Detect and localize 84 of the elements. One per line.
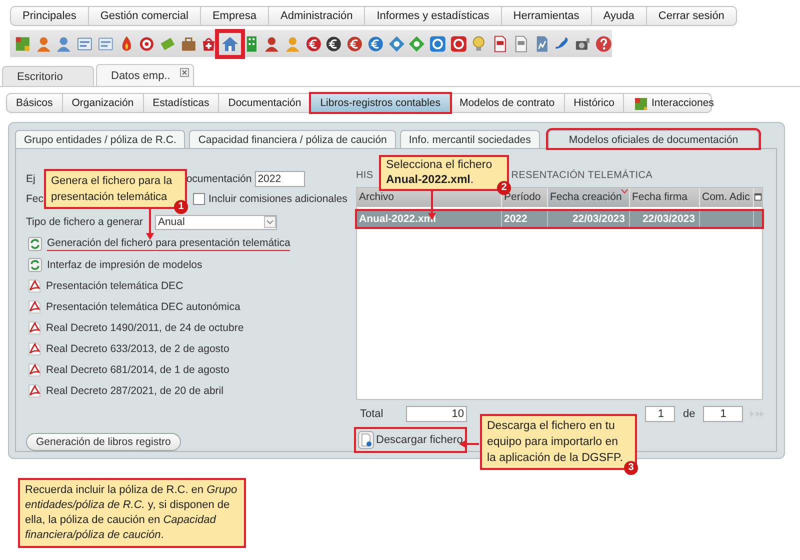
action-link[interactable]: Real Decreto 681/2014, de 1 de agosto xyxy=(46,364,230,376)
pdf-icon[interactable] xyxy=(28,321,41,335)
field-label: Tipo de fichero a generar xyxy=(26,216,143,228)
form-tab[interactable]: Info. mercantil sociedades xyxy=(400,130,540,148)
menu-item[interactable]: Informes y estadísticas xyxy=(365,7,502,25)
form-tab[interactable]: Modelos oficiales de documentación xyxy=(548,130,760,148)
question-icon[interactable] xyxy=(594,34,612,52)
coin-icon[interactable] xyxy=(325,34,343,52)
year-field[interactable]: 2022 xyxy=(254,171,305,187)
refresh-icon[interactable] xyxy=(28,258,42,272)
action-link[interactable]: Presentación telemática DEC xyxy=(46,280,184,292)
refresh-icon[interactable] xyxy=(28,237,42,251)
section-tab[interactable]: Histórico xyxy=(564,94,624,112)
person-icon[interactable] xyxy=(34,34,52,52)
action-link[interactable]: Presentación telemática DEC autonómica xyxy=(46,301,240,313)
action-link[interactable]: Real Decreto 633/2013, de 2 de agosto xyxy=(46,343,230,355)
generate-button[interactable]: Generación de libros registro xyxy=(26,433,181,451)
menu-item[interactable]: Administración xyxy=(269,7,366,25)
cube-icon[interactable] xyxy=(14,34,32,52)
section-tab[interactable]: Modelos de contrato xyxy=(450,94,565,112)
card-icon[interactable] xyxy=(76,34,94,52)
document-tab[interactable]: Datos emp.. xyxy=(96,64,194,86)
pdf-icon[interactable] xyxy=(28,384,41,398)
note-box: Recuerda incluir la póliza de R.C. en Grupo entidades/póliza de R.C. y, si disponen de ella, la póliza de caución en Capacidad financiera/póliza de caución. xyxy=(18,478,246,548)
house-icon[interactable] xyxy=(221,34,240,52)
section-tab[interactable]: Interacciones xyxy=(624,94,723,112)
field-label: ocumentación xyxy=(186,173,252,185)
checkbox-label: Incluir comisiones adicionales xyxy=(208,193,348,205)
action-link[interactable]: Real Decreto 287/2021, de 20 de abril xyxy=(46,385,224,397)
cube-icon xyxy=(633,96,648,110)
section-tab[interactable]: Estadísticas xyxy=(144,94,220,112)
section-tab[interactable]: Libros-registros contables xyxy=(311,94,450,112)
pdf-icon[interactable] xyxy=(28,363,41,377)
column-chooser-icon[interactable] xyxy=(754,192,762,202)
section-title: RESENTACIÓN TELEMÁTICA xyxy=(511,170,653,183)
pdf-icon[interactable] xyxy=(28,342,41,356)
section-title: HIS xyxy=(356,170,374,183)
step-badge: 3 xyxy=(624,461,638,475)
pdf-icon[interactable] xyxy=(28,300,41,314)
download-button[interactable]: Descargar fichero xyxy=(356,429,465,451)
square-icon[interactable] xyxy=(450,34,468,52)
menu-item[interactable]: Ayuda xyxy=(592,7,647,25)
column-header[interactable]: Fecha firma xyxy=(630,188,700,207)
target-icon[interactable] xyxy=(138,34,156,52)
checkbox[interactable] xyxy=(192,193,205,205)
square-icon[interactable] xyxy=(429,34,446,52)
total-field[interactable]: 10 xyxy=(406,406,467,422)
sort-caret-icon xyxy=(621,188,628,194)
section-tab[interactable]: Básicos xyxy=(7,94,63,112)
field-label: Ej xyxy=(26,173,36,185)
total-label: Total xyxy=(360,408,384,420)
person-icon[interactable] xyxy=(55,34,73,52)
column-header[interactable]: Fecha creación xyxy=(548,188,630,207)
form-tab[interactable]: Grupo entidades / póliza de R.C. xyxy=(15,130,186,148)
menu-item[interactable]: Principales xyxy=(11,7,89,25)
menu-item[interactable]: Gestión comercial xyxy=(88,7,201,25)
menu-item[interactable]: Cerrar sesión xyxy=(646,7,736,25)
coin-icon[interactable] xyxy=(304,34,322,52)
action-link[interactable]: Interfaz de impresión de modelos xyxy=(47,259,202,271)
coin-icon[interactable] xyxy=(346,34,364,52)
action-link[interactable]: Real Decreto 1490/2011, de 24 de octubre xyxy=(46,322,244,334)
card-icon[interactable] xyxy=(96,34,114,52)
pdf-icon[interactable] xyxy=(28,279,41,293)
diamond-icon[interactable] xyxy=(408,34,426,52)
menu-item[interactable]: Herramientas xyxy=(502,7,592,25)
document-icon xyxy=(358,431,374,450)
page-label: de xyxy=(683,408,696,420)
page-field[interactable]: 1 xyxy=(645,406,675,422)
form-tab[interactable]: Capacidad financiera / póliza de caución xyxy=(189,130,396,148)
page-count-field[interactable]: 1 xyxy=(703,406,744,422)
diamond-icon[interactable] xyxy=(388,34,405,52)
table-cell: 2022 xyxy=(502,210,548,227)
section-tab[interactable]: Organización xyxy=(62,94,144,112)
close-icon[interactable] xyxy=(180,68,190,77)
briefcase-icon[interactable] xyxy=(180,34,198,52)
file-type-dropdown[interactable]: Anual xyxy=(154,214,277,230)
table-cell: 22/03/2023 xyxy=(630,210,700,227)
person-icon[interactable] xyxy=(263,34,281,52)
document-tab[interactable]: Escritorio xyxy=(2,66,94,86)
field-label: Fec xyxy=(26,193,44,205)
menu-item[interactable]: Empresa xyxy=(200,7,270,25)
table-cell: 22/03/2023 xyxy=(548,210,630,227)
action-link[interactable]: Generación del fichero para presentación telemática xyxy=(47,237,290,251)
chevron-down-icon xyxy=(264,216,276,228)
